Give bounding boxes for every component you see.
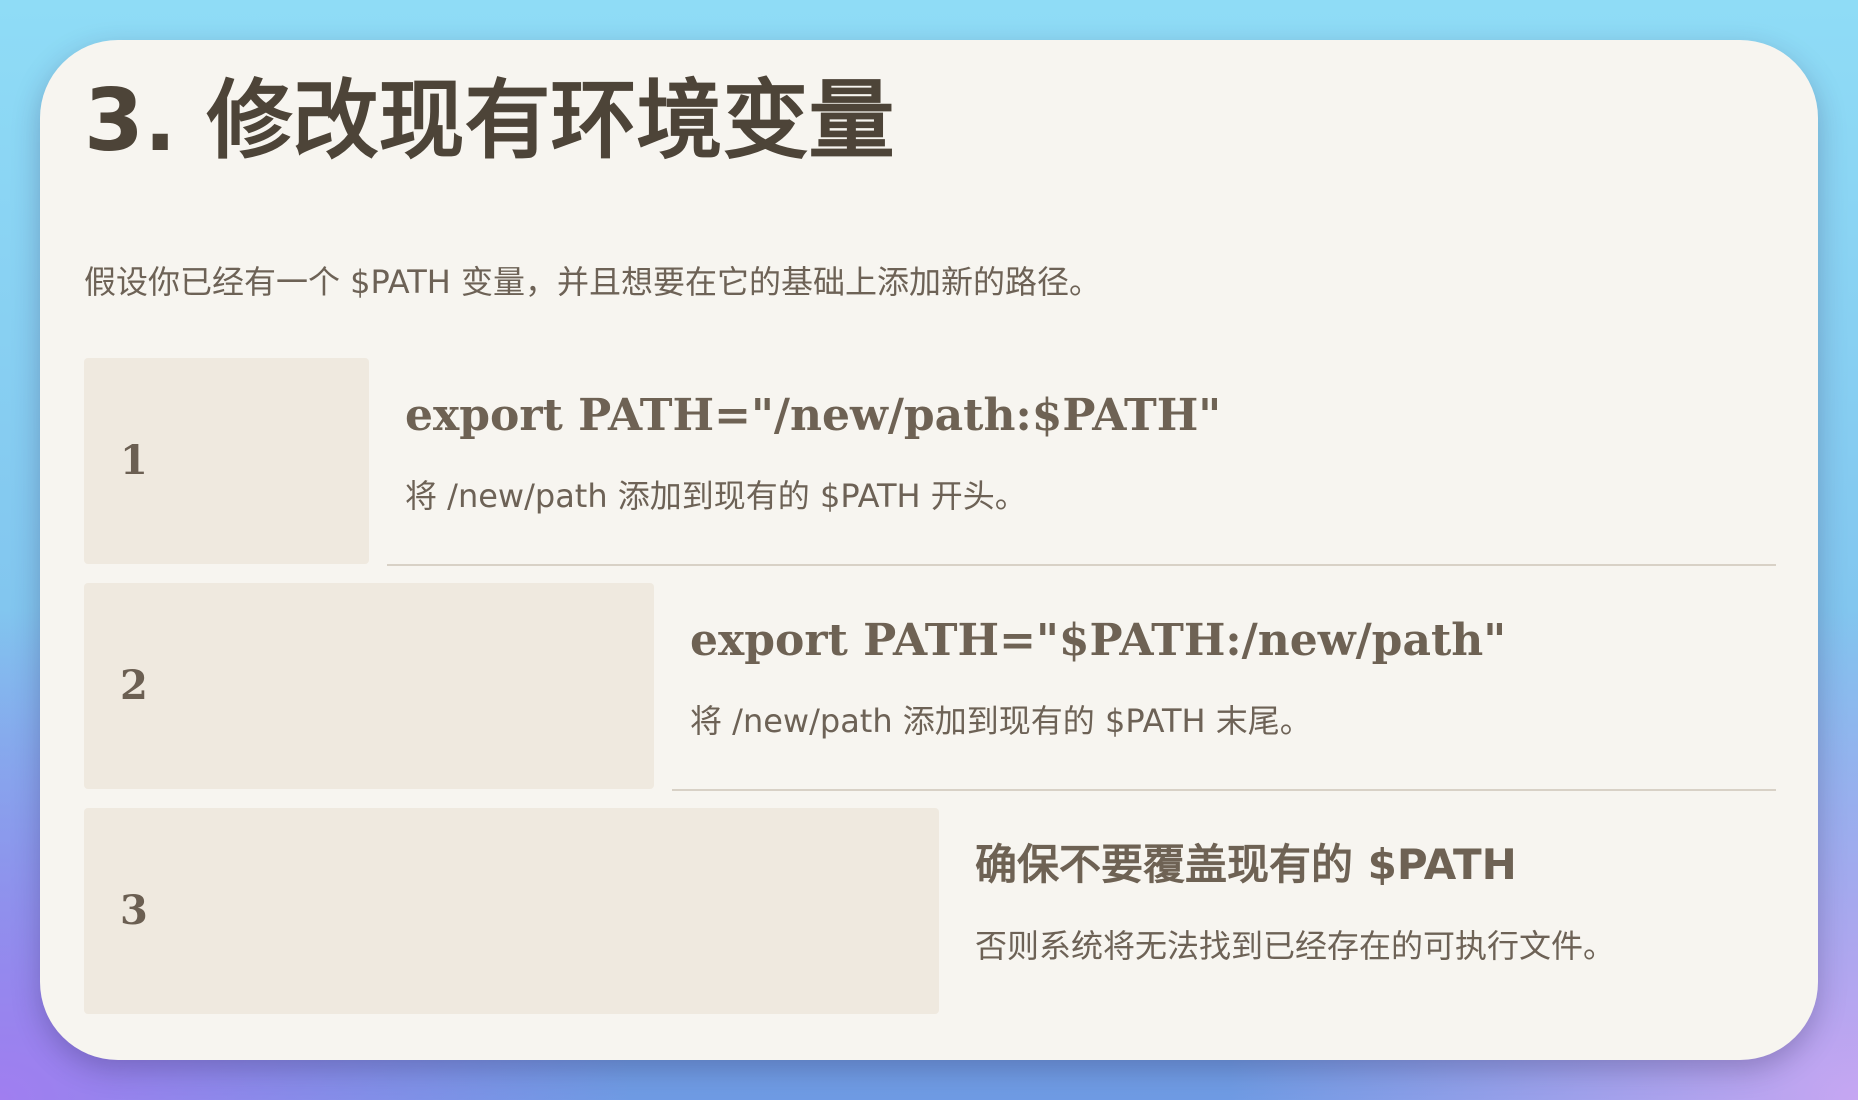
intro-text: 假设你已经有一个 $PATH 变量，并且想要在它的基础上添加新的路径。 (84, 263, 1101, 301)
step-description: 将 /new/path 添加到现有的 $PATH 开头。 (405, 477, 1027, 515)
step-heading: export PATH="$PATH:/new/path" (690, 615, 1507, 666)
step-number: 3 (120, 887, 148, 934)
step-2: 2 export PATH="$PATH:/new/path" 将 /new/p… (84, 583, 1776, 791)
step-heading: 确保不要覆盖现有的 $PATH (975, 840, 1517, 889)
content-card: 3. 修改现有环境变量 假设你已经有一个 $PATH 变量，并且想要在它的基础上… (40, 40, 1818, 1060)
page-title: 3. 修改现有环境变量 (84, 71, 895, 171)
step-description: 将 /new/path 添加到现有的 $PATH 末尾。 (690, 702, 1312, 740)
step-number: 1 (120, 437, 148, 484)
step-number: 2 (120, 662, 148, 709)
step-content: export PATH="$PATH:/new/path" 将 /new/pat… (672, 583, 1776, 791)
step-number-box: 1 (84, 358, 369, 564)
step-number-box: 2 (84, 583, 654, 789)
step-1: 1 export PATH="/new/path:$PATH" 将 /new/p… (84, 358, 1776, 566)
step-3: 3 确保不要覆盖现有的 $PATH 否则系统将无法找到已经存在的可执行文件。 (84, 808, 1776, 1014)
step-content: export PATH="/new/path:$PATH" 将 /new/pat… (387, 358, 1776, 566)
step-number-box: 3 (84, 808, 939, 1014)
step-content: 确保不要覆盖现有的 $PATH 否则系统将无法找到已经存在的可执行文件。 (957, 808, 1776, 1014)
step-heading: export PATH="/new/path:$PATH" (405, 390, 1222, 441)
step-description: 否则系统将无法找到已经存在的可执行文件。 (975, 927, 1616, 965)
